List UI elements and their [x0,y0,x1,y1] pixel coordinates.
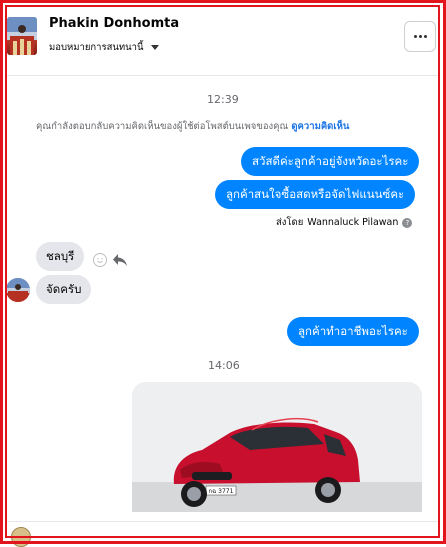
more-options-button[interactable] [404,21,436,52]
notice-text: คุณกำลังตอบกลับความคิดเห็นของผู้ใช้ต่อโพ… [36,121,289,132]
contact-name[interactable]: Phakin Donhomta [49,16,179,31]
sender-name: Wannaluck Pilawan [307,217,399,228]
reply-context-notice: คุณกำลังตอบกลับความคิดเห็นของผู้ใช้ต่อโพ… [36,119,349,134]
sent-by-line: ส่งโดย Wannaluck Pilawan ? [276,215,413,230]
assign-label: มอบหมายการสนทนานี้ [49,42,144,53]
view-comment-link[interactable]: ดูความคิดเห็น [291,121,349,132]
avatar[interactable] [7,17,37,55]
help-icon[interactable]: ? [402,217,413,228]
smiley-icon[interactable] [93,253,107,267]
message-incoming[interactable]: จัดครับ [36,275,92,304]
reply-arrow-icon[interactable] [112,253,128,267]
license-plate-text: กฉ 3771 [209,488,234,495]
chevron-down-icon [150,45,159,50]
car-photo-attachment[interactable]: กฉ 3771 [132,382,422,512]
message-outgoing[interactable]: ลูกค้าสนใจซื้อสดหรือจัดไฟแนนซ์คะ [215,180,416,209]
contact-avatar [6,278,30,302]
conversation-header: Phakin Donhomta มอบหมายการสนทนานี้ [7,7,439,76]
composer-bar [7,521,439,547]
timestamp: 14:06 [208,359,240,372]
page-avatar [11,527,31,547]
message-incoming[interactable]: ชลบุรี [36,242,85,271]
message-outgoing[interactable]: ลูกค้าทำอาชีพอะไรคะ [287,317,419,346]
message-outgoing[interactable]: สวัสดีค่ะลูกค้าอยู่จังหวัดอะไรคะ [241,147,420,176]
timestamp: 12:39 [207,93,239,106]
assign-conversation-dropdown[interactable]: มอบหมายการสนทนานี้ [49,40,159,55]
more-dots-icon [413,35,427,38]
sent-by-label: ส่งโดย [276,217,304,228]
